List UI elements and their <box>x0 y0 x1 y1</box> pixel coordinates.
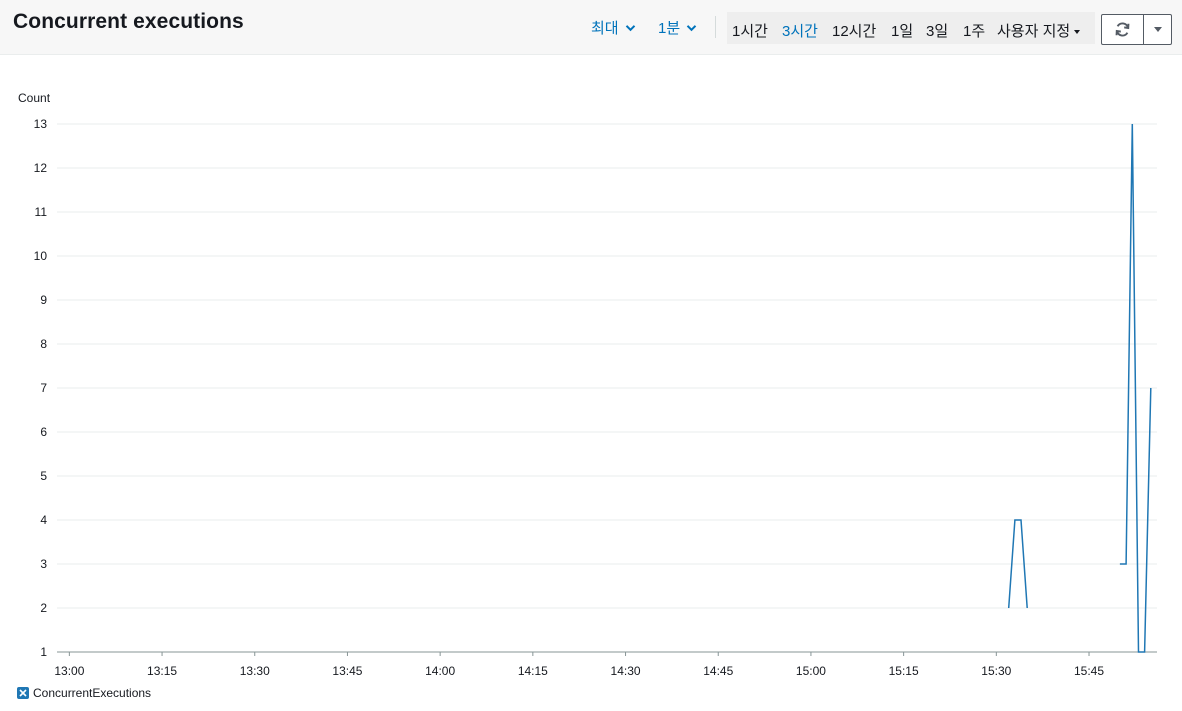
y-tick-label: 8 <box>40 337 47 351</box>
x-axis: 13:00 13:15 13:30 13:45 14:00 14:15 14:30 14:45… <box>54 651 1157 678</box>
x-tick-label: 13:15 <box>147 664 177 678</box>
y-tick-label: 4 <box>40 513 47 527</box>
line-chart: Count 12345678910111213 13:00 13:15 13:30 1… <box>18 91 1157 678</box>
x-tick-label: 14:00 <box>425 664 455 678</box>
x-tick-label: 13:30 <box>240 664 270 678</box>
y-tick-label: 9 <box>40 293 47 307</box>
x-tick-label: 13:00 <box>54 664 84 678</box>
y-tick-label: 13 <box>34 117 48 131</box>
legend-checkbox[interactable] <box>17 687 29 699</box>
x-tick-label: 13:45 <box>332 664 362 678</box>
gridlines <box>57 123 1157 609</box>
legend-label: ConcurrentExecutions <box>33 686 152 700</box>
y-tick-label: 12 <box>34 161 48 175</box>
x-tick-label: 15:00 <box>796 664 826 678</box>
x-tick-label: 14:45 <box>703 664 733 678</box>
y-tick-label: 7 <box>40 381 47 395</box>
legend-item-concurrentexecutions[interactable]: ConcurrentExecutions <box>17 686 151 700</box>
y-tick-label: 11 <box>35 205 48 219</box>
y-tick-label: 2 <box>40 601 47 615</box>
y-tick-label: 5 <box>40 469 47 483</box>
x-tick-label: 14:15 <box>518 664 548 678</box>
x-tick-label: 15:30 <box>981 664 1011 678</box>
x-tick-label: 15:15 <box>889 664 919 678</box>
y-axis-ticks: 12345678910111213 <box>34 117 48 659</box>
y-tick-label: 6 <box>40 425 47 439</box>
close-icon <box>19 689 27 697</box>
y-tick-label: 10 <box>34 249 48 263</box>
x-tick-label: 15:45 <box>1074 664 1104 678</box>
x-tick-label: 14:30 <box>611 664 641 678</box>
y-tick-label: 3 <box>40 557 47 571</box>
y-axis-title: Count <box>18 91 51 105</box>
y-tick-label: 1 <box>40 645 47 659</box>
